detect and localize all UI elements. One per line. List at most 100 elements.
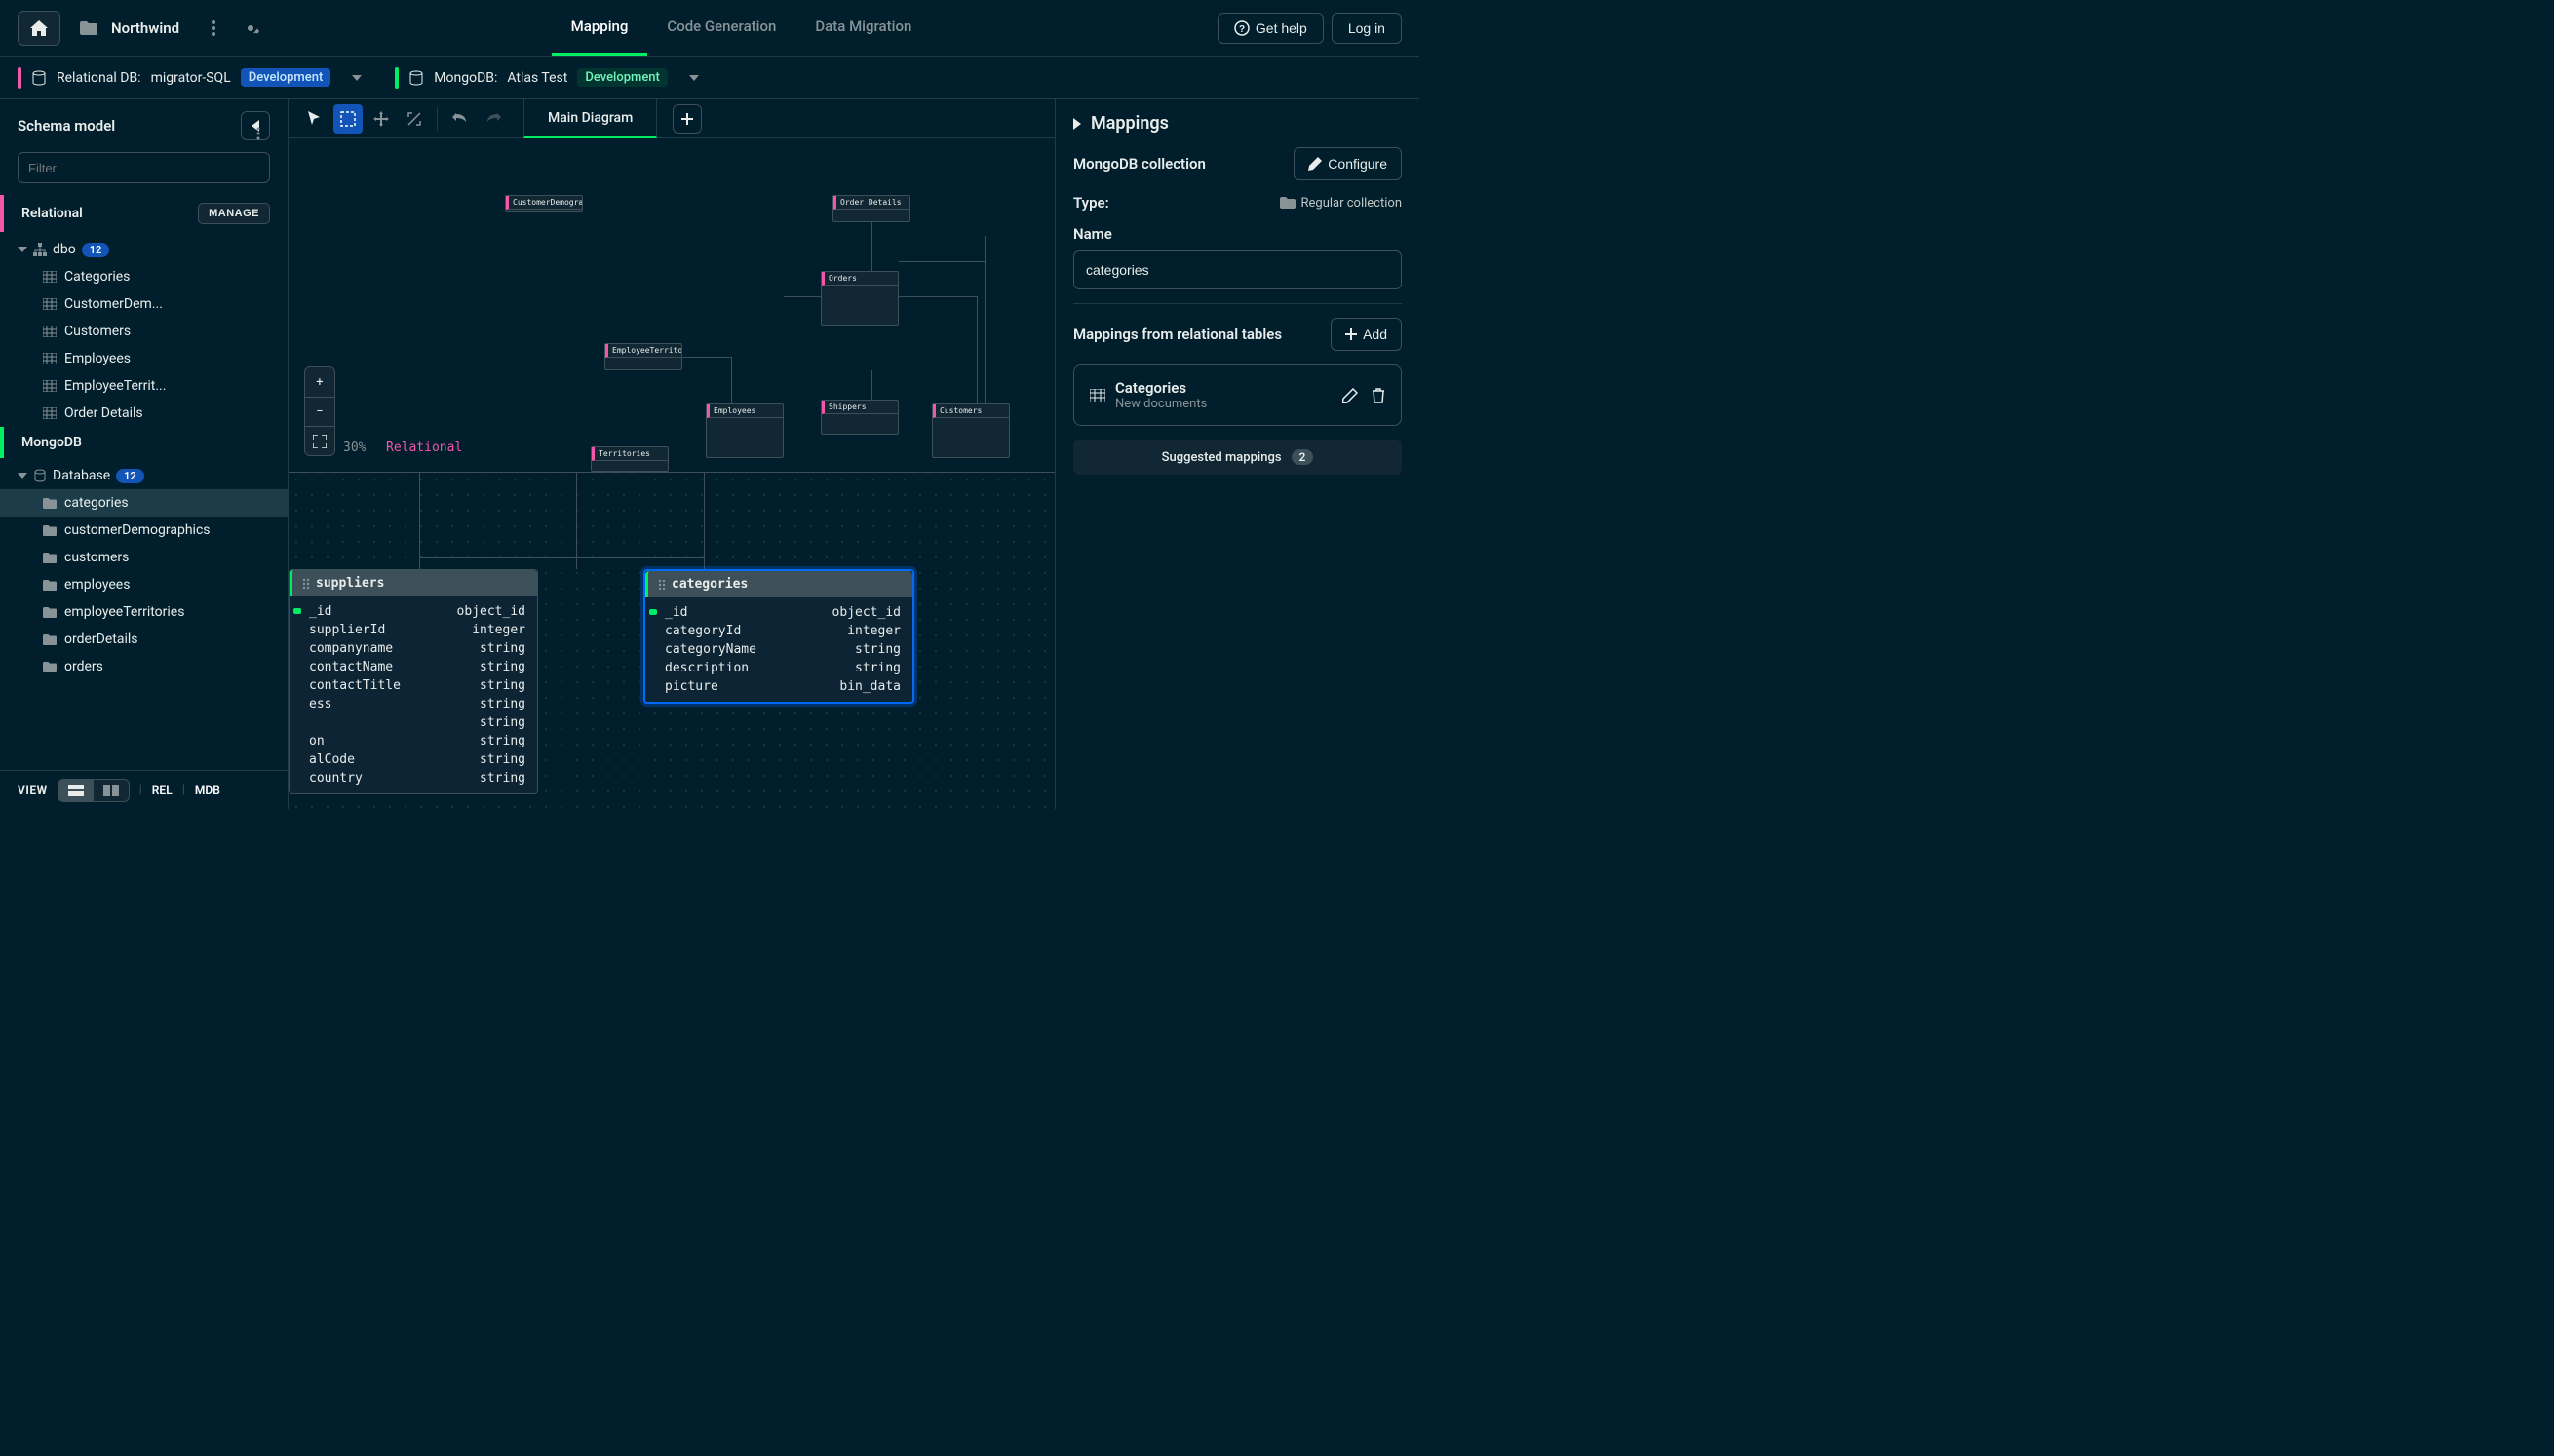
type-value: Regular collection bbox=[1301, 196, 1402, 211]
zoom-percent-relational: 30% bbox=[343, 441, 366, 455]
diagram-canvas[interactable]: CustomerDemograph… Order Details Orders … bbox=[289, 138, 1055, 809]
link-tool[interactable] bbox=[400, 104, 429, 134]
nav-tab-migration[interactable]: Data Migration bbox=[795, 0, 931, 56]
field-row: string bbox=[290, 713, 537, 732]
table-icon bbox=[43, 380, 57, 392]
move-tool[interactable] bbox=[367, 104, 396, 134]
chevron-down-icon bbox=[18, 247, 27, 252]
name-label: Name bbox=[1073, 225, 1402, 243]
mini-box-territories[interactable]: Territories bbox=[591, 446, 669, 472]
field-row: companynamestring bbox=[290, 639, 537, 658]
drag-handle-icon[interactable] bbox=[658, 579, 666, 591]
rel-db-name: migrator-SQL bbox=[151, 70, 231, 86]
layout-horizontal-button[interactable] bbox=[58, 780, 94, 801]
folder-icon bbox=[80, 21, 97, 35]
diagram-tab[interactable]: Main Diagram bbox=[523, 99, 657, 138]
mini-box-orders[interactable]: Orders bbox=[821, 271, 899, 326]
configure-button[interactable]: Configure bbox=[1294, 147, 1402, 180]
schema-group[interactable]: dbo 12 bbox=[0, 236, 288, 263]
field-row: categoryNamestring bbox=[645, 640, 912, 659]
tree-item[interactable]: CustomerDem... bbox=[0, 290, 288, 318]
tree-item[interactable]: employeeTerritories bbox=[0, 598, 288, 626]
mini-box-employeeterritories[interactable]: EmployeeTerritori… bbox=[604, 343, 682, 370]
pencil-icon bbox=[1308, 157, 1322, 171]
add-mapping-button[interactable]: Add bbox=[1331, 318, 1402, 351]
schema-icon bbox=[33, 243, 47, 256]
svg-text:?: ? bbox=[1239, 24, 1245, 35]
undo-button[interactable] bbox=[445, 104, 475, 134]
tree-item[interactable]: Categories bbox=[0, 263, 288, 290]
mongo-dropdown[interactable] bbox=[689, 75, 699, 81]
tree-item[interactable]: Employees bbox=[0, 345, 288, 372]
collection-name-input[interactable] bbox=[1073, 250, 1402, 289]
tree-item[interactable]: Order Details bbox=[0, 400, 288, 427]
folder-icon bbox=[43, 607, 57, 618]
pointer-icon bbox=[308, 111, 322, 127]
settings-button[interactable] bbox=[236, 14, 265, 43]
tree-item[interactable]: customerDemographics bbox=[0, 517, 288, 544]
database-group[interactable]: Database 12 bbox=[0, 462, 288, 489]
canvas-relational-label: Relational bbox=[386, 441, 462, 455]
tree-item[interactable]: EmployeeTerrit... bbox=[0, 372, 288, 400]
field-row: onstring bbox=[290, 732, 537, 750]
tree-item[interactable]: orders bbox=[0, 653, 288, 680]
suggested-mappings-button[interactable]: Suggested mappings 2 bbox=[1073, 440, 1402, 475]
collection-suppliers[interactable]: suppliers _idobject_idsupplierIdintegerc… bbox=[289, 569, 538, 794]
add-diagram-button[interactable] bbox=[673, 104, 702, 134]
filter-menu-button[interactable] bbox=[256, 127, 260, 140]
tree-item[interactable]: employees bbox=[0, 571, 288, 598]
mongo-name: Atlas Test bbox=[507, 70, 567, 86]
get-help-button[interactable]: ? Get help bbox=[1218, 13, 1324, 44]
diagram-toolbar: Main Diagram bbox=[289, 99, 1055, 138]
dots-vertical-icon bbox=[256, 127, 260, 140]
plus-icon bbox=[681, 113, 693, 125]
canvas-area: Main Diagram CustomerDemograph… Order De… bbox=[289, 99, 1055, 809]
chevron-right-icon[interactable] bbox=[1073, 118, 1081, 130]
nav-tab-mapping[interactable]: Mapping bbox=[552, 0, 648, 56]
rel-dropdown[interactable] bbox=[352, 75, 362, 81]
edit-mapping-button[interactable] bbox=[1342, 388, 1358, 403]
minus-icon: − bbox=[316, 404, 323, 419]
mini-box-customers[interactable]: Customers bbox=[932, 403, 1010, 458]
connectors-bar: Relational DB: migrator-SQL Development … bbox=[0, 57, 1419, 99]
folder-icon bbox=[1280, 197, 1296, 209]
mini-box-customerdemographics[interactable]: CustomerDemograph… bbox=[505, 195, 583, 212]
table-icon bbox=[43, 271, 57, 283]
home-button[interactable] bbox=[18, 11, 60, 46]
collection-categories[interactable]: categories _idobject_idcategoryIdinteger… bbox=[643, 569, 914, 704]
mini-box-employees[interactable]: Employees bbox=[706, 403, 784, 458]
database-icon bbox=[408, 70, 424, 86]
tree-item[interactable]: orderDetails bbox=[0, 626, 288, 653]
tree-item[interactable]: customers bbox=[0, 544, 288, 571]
drag-handle-icon[interactable] bbox=[302, 578, 310, 590]
tree-item[interactable]: Customers bbox=[0, 318, 288, 345]
zoom-out-button[interactable]: − bbox=[305, 397, 334, 426]
manage-button[interactable]: MANAGE bbox=[198, 203, 270, 224]
mini-box-orderdetails[interactable]: Order Details bbox=[832, 195, 910, 222]
database-icon bbox=[33, 469, 47, 482]
pointer-tool[interactable] bbox=[300, 104, 329, 134]
collapse-sidebar-button[interactable] bbox=[241, 111, 270, 140]
select-tool[interactable] bbox=[333, 104, 363, 134]
trash-icon bbox=[1372, 388, 1385, 403]
view-rel-chip[interactable]: REL bbox=[152, 784, 173, 797]
mappings-title: Mappings bbox=[1091, 113, 1169, 134]
view-mdb-chip[interactable]: MDB bbox=[195, 784, 220, 797]
layout-vertical-button[interactable] bbox=[94, 780, 129, 801]
filter-input[interactable] bbox=[18, 152, 270, 183]
delete-mapping-button[interactable] bbox=[1372, 388, 1385, 403]
zoom-fit-button[interactable] bbox=[305, 426, 334, 455]
zoom-in-button[interactable]: + bbox=[305, 367, 334, 397]
nav-tab-codegen[interactable]: Code Generation bbox=[647, 0, 795, 56]
project-menu-button[interactable] bbox=[199, 14, 228, 43]
gear-icon bbox=[242, 19, 259, 37]
layout-vertical-icon bbox=[103, 785, 119, 796]
link-icon bbox=[406, 111, 422, 127]
mini-box-shippers[interactable]: Shippers bbox=[821, 400, 899, 435]
rel-env-tag: Development bbox=[241, 68, 331, 87]
mongo-accent bbox=[395, 67, 399, 89]
tree-item[interactable]: categories bbox=[0, 489, 288, 517]
redo-button[interactable] bbox=[479, 104, 508, 134]
home-icon bbox=[30, 20, 48, 36]
login-button[interactable]: Log in bbox=[1332, 13, 1402, 44]
